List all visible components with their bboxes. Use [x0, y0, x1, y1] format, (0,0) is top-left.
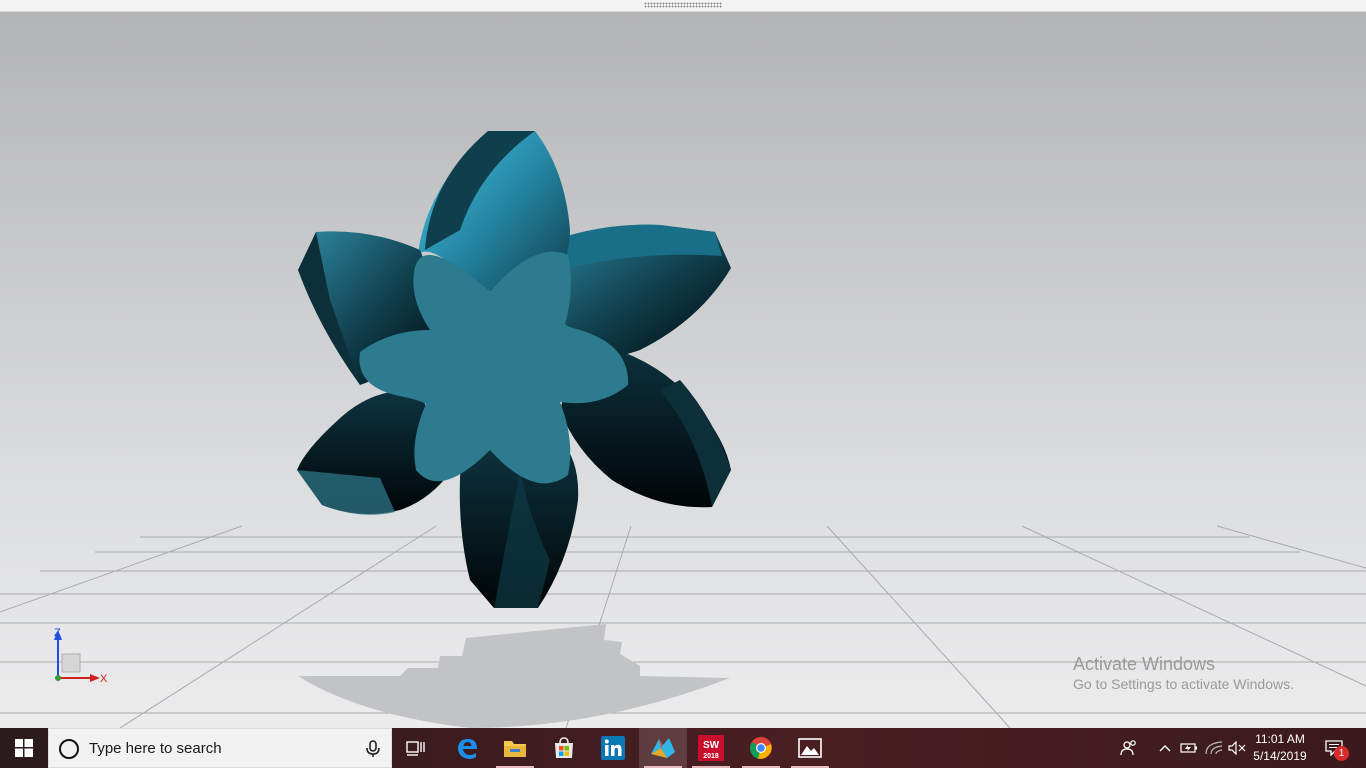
- activation-watermark: Activate Windows Go to Settings to activ…: [1073, 653, 1294, 693]
- edge-icon: [458, 739, 477, 759]
- photos-icon: [798, 738, 822, 758]
- chevron-up-icon: [1159, 745, 1171, 752]
- linkedin-icon: [601, 736, 625, 760]
- axis-z-label: Z: [54, 627, 61, 639]
- axis-x-label: X: [100, 673, 108, 685]
- nx-app-icon: [651, 738, 675, 758]
- window-top-bar: [0, 0, 1366, 12]
- nx-app[interactable]: [639, 728, 687, 768]
- part-shadow: [298, 624, 730, 728]
- taskbar-search-box[interactable]: Type here to search: [48, 728, 392, 768]
- search-placeholder: Type here to search: [89, 740, 222, 757]
- clock[interactable]: 11:01 AM 5/14/2019: [1248, 731, 1312, 765]
- show-hidden-icons-button[interactable]: [1154, 728, 1176, 768]
- edge-app[interactable]: [443, 728, 491, 768]
- solidworks-app[interactable]: SW 2018: [687, 728, 735, 768]
- clock-time: 11:01 AM: [1255, 732, 1305, 746]
- task-view-icon: [406, 741, 425, 756]
- windows-logo-icon: [15, 739, 33, 757]
- start-button[interactable]: [0, 728, 48, 768]
- photos-app[interactable]: [786, 728, 834, 768]
- cortana-icon: [59, 739, 79, 759]
- watermark-subtitle: Go to Settings to activate Windows.: [1073, 676, 1294, 692]
- scene: [0, 131, 1366, 728]
- store-app[interactable]: [540, 728, 588, 768]
- store-icon: [555, 737, 573, 758]
- axis-triad: Z X: [54, 627, 108, 685]
- people-icon: [1120, 740, 1136, 756]
- flower-part-model[interactable]: [297, 131, 731, 608]
- network-button[interactable]: [1203, 728, 1225, 768]
- linkedin-app[interactable]: [589, 728, 637, 768]
- volume-muted-icon: [1228, 741, 1246, 755]
- chrome-icon: [750, 737, 772, 759]
- watermark-title: Activate Windows: [1073, 654, 1216, 674]
- file-explorer-app[interactable]: [491, 728, 539, 768]
- battery-icon: [1180, 743, 1197, 753]
- chrome-app[interactable]: [737, 728, 785, 768]
- wifi-icon: [1205, 741, 1223, 755]
- graphics-viewport[interactable]: Z X Activate Windows Go to Settings to a…: [0, 12, 1366, 728]
- solidworks-version-label: 2018: [703, 753, 719, 760]
- microphone-icon[interactable]: [363, 739, 383, 759]
- battery-button[interactable]: [1178, 728, 1200, 768]
- solidworks-icon: SW 2018: [698, 735, 724, 761]
- resize-grip[interactable]: [644, 2, 722, 8]
- task-view-button[interactable]: [392, 728, 440, 768]
- clock-date: 5/14/2019: [1253, 749, 1307, 763]
- people-button[interactable]: [1116, 728, 1142, 768]
- folder-icon: [504, 741, 526, 757]
- floor-grid: [0, 525, 1366, 728]
- svg-text:SW: SW: [703, 740, 720, 751]
- notification-count-badge: 1: [1334, 746, 1349, 761]
- taskbar: Type here to search SW 2018 11:01 AM 5/1…: [0, 728, 1366, 768]
- volume-button[interactable]: [1226, 728, 1248, 768]
